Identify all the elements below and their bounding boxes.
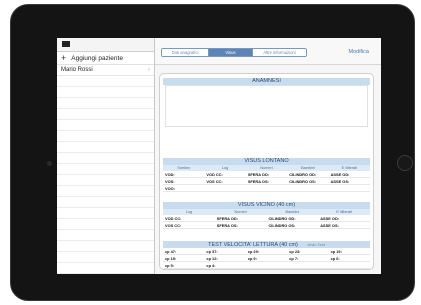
field-label[interactable]: cp 37: [204, 249, 245, 254]
segmented-control: Dati anagrafici Visus Altre informazioni [161, 48, 307, 57]
list-item [57, 87, 154, 98]
field-label[interactable]: ASSE OS: [318, 223, 370, 228]
table-row: VOD CC: SFERA OD: CILINDRO OD: ASSE OD: [163, 215, 370, 222]
test-velocita-title: TEST VELOCITA' LETTURA (40 cm) [208, 242, 298, 248]
visus-form-card: ANAMNESI VISUS LONTANO Snellen Log Numer… [159, 73, 374, 270]
menu-icon[interactable] [62, 41, 70, 47]
edit-button[interactable]: Modifica [349, 49, 369, 55]
list-item [57, 197, 154, 208]
field-label[interactable]: VOO: [163, 186, 204, 191]
field-label[interactable]: cp 15: [163, 256, 204, 261]
patient-sidebar: + Aggiungi paziente Mario Rossi › [57, 38, 155, 274]
tab-visus[interactable]: Visus [208, 49, 252, 56]
field-label[interactable]: cp 4: [204, 263, 245, 268]
add-patient-button[interactable]: + Aggiungi paziente [57, 52, 154, 65]
tab-dati-anagrafici[interactable]: Dati anagrafici [162, 49, 208, 56]
field-label[interactable]: CILINDRO OS: [267, 223, 319, 228]
anamnesi-header: ANAMNESI [163, 78, 370, 85]
arvin-test-label[interactable]: Arvin Test [307, 242, 325, 247]
list-item [57, 153, 154, 164]
plus-icon: + [61, 52, 67, 63]
field-label[interactable]: ASSE OD: [318, 216, 370, 221]
list-item [57, 98, 154, 109]
patient-list-item[interactable]: Mario Rossi › [57, 65, 154, 76]
column-header[interactable]: Numeri [246, 165, 287, 171]
field-label[interactable]: CILINDRO OD: [267, 216, 319, 221]
list-item [57, 252, 154, 263]
field-label[interactable]: SFERA OD: [215, 216, 267, 221]
visus-vicino-header: VISUS VICINO (40 cm) [163, 202, 370, 209]
field-label[interactable]: VOD CC: [204, 172, 245, 177]
field-label[interactable]: cp 6: [329, 256, 370, 261]
test-velocita-header: TEST VELOCITA' LETTURA (40 cm) Arvin Tes… [163, 241, 370, 248]
field-label[interactable]: cp 5: [163, 263, 204, 268]
tab-altre-informazioni[interactable]: Altre informazioni [252, 49, 306, 56]
visus-lontano-columns: Snellen Log Numeri Bambini E illiterati [163, 165, 370, 171]
detail-toolbar: Dati anagrafici Visus Altre informazioni… [155, 38, 381, 65]
list-item [57, 131, 154, 142]
field-label[interactable]: CILINDRO OS: [287, 179, 328, 184]
field-label[interactable]: cp 12: [204, 256, 245, 261]
field-label[interactable]: VOD CC: [163, 216, 215, 221]
list-item [57, 219, 154, 230]
field-label[interactable]: VOS CC: [163, 223, 215, 228]
list-item [57, 186, 154, 197]
visus-vicino-section: VISUS VICINO (40 cm) Log Numeri Bambini … [163, 202, 370, 229]
visus-lontano-section: VISUS LONTANO Snellen Log Numeri Bambini… [163, 158, 370, 192]
table-row: VOD: VOD CC: SFERA OD: CILINDRO OD: ASSE… [163, 171, 370, 178]
column-header[interactable]: Bambini [287, 165, 328, 171]
home-button[interactable] [397, 155, 413, 171]
list-item [57, 208, 154, 219]
field-label[interactable]: cp 47: [163, 249, 204, 254]
visus-vicino-columns: Log Numeri Bambini E illiterati [163, 209, 370, 215]
anamnesi-section: ANAMNESI [163, 78, 370, 127]
column-header[interactable]: Log [163, 209, 215, 215]
field-label[interactable]: cp 29: [246, 249, 287, 254]
field-label[interactable]: VOS: [163, 179, 204, 184]
table-row: cp 47: cp 37: cp 29: cp 23: cp 19: [163, 248, 370, 255]
column-header[interactable]: Bambini [267, 209, 319, 215]
column-header[interactable]: Log [204, 165, 245, 171]
table-row: cp 15: cp 12: cp 9: cp 7: cp 6: [163, 255, 370, 262]
field-label[interactable]: ASSE OD: [329, 172, 370, 177]
app-screen: + Aggiungi paziente Mario Rossi › Dati a… [57, 38, 381, 274]
list-item [57, 109, 154, 120]
table-row: VOS CC: SFERA OS: CILINDRO OS: ASSE OS: [163, 222, 370, 229]
list-item [57, 76, 154, 87]
field-label[interactable]: cp 19: [329, 249, 370, 254]
detail-pane: Dati anagrafici Visus Altre informazioni… [155, 38, 381, 274]
table-row: VOS: VOS CC: SFERA OS: CILINDRO OS: ASSE… [163, 178, 370, 185]
anamnesi-textarea[interactable] [165, 85, 368, 127]
table-row: cp 5: cp 4: [163, 262, 370, 269]
list-item [57, 241, 154, 252]
chevron-right-icon: › [148, 67, 150, 73]
field-label[interactable]: SFERA OD: [246, 172, 287, 177]
field-label[interactable]: CILINDRO OD: [287, 172, 328, 177]
patient-name: Mario Rossi [61, 67, 93, 73]
list-item [57, 263, 154, 274]
field-label[interactable]: cp 9: [246, 256, 287, 261]
camera-icon [47, 161, 52, 166]
field-label[interactable]: cp 23: [287, 249, 328, 254]
add-patient-label: Aggiungi paziente [71, 54, 123, 62]
list-item [57, 142, 154, 153]
field-label[interactable]: cp 7: [287, 256, 328, 261]
table-row: VOO: [163, 185, 370, 192]
field-label[interactable]: VOS CC: [204, 179, 245, 184]
list-item [57, 164, 154, 175]
list-item [57, 175, 154, 186]
field-label[interactable]: ASSE OS: [329, 179, 370, 184]
list-item [57, 230, 154, 241]
column-header[interactable]: Snellen [163, 165, 204, 171]
field-label[interactable]: VOD: [163, 172, 204, 177]
column-header[interactable]: E illiterati [318, 209, 370, 215]
sidebar-topbar [57, 38, 154, 52]
field-label[interactable]: SFERA OS: [246, 179, 287, 184]
column-header[interactable]: E illiterati [329, 165, 370, 171]
field-label[interactable]: SFERA OS: [215, 223, 267, 228]
column-header[interactable]: Numeri [215, 209, 267, 215]
list-item [57, 120, 154, 131]
test-velocita-section: TEST VELOCITA' LETTURA (40 cm) Arvin Tes… [163, 241, 370, 269]
visus-lontano-header: VISUS LONTANO [163, 158, 370, 165]
